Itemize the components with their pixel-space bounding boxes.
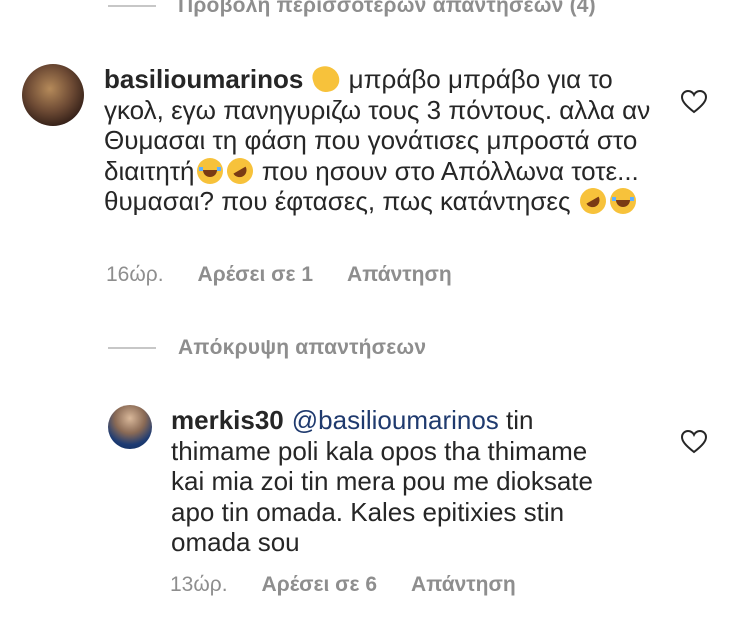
comment-likes-link[interactable]: Αρέσει σε 6 [262,573,377,597]
comment-meta: 16ώρ. Αρέσει σε 1 Απάντηση [106,263,452,287]
comment-time: 13ώρ. [170,573,228,596]
face-with-tears-of-joy-emoji [196,157,223,184]
comment-username[interactable]: merkis30 [171,405,284,435]
reply-comment: merkis30 @basilioumarinos tin thimame pol… [108,405,626,558]
heart-outline-icon[interactable] [681,90,707,114]
reply-button[interactable]: Απάντηση [411,573,516,597]
hide-replies-link[interactable]: Απόκρυψη απαντήσεων [178,336,426,360]
comment-likes-link[interactable]: Αρέσει σε 1 [198,263,313,287]
comment-time: 16ώρ. [106,263,164,286]
view-more-replies-link[interactable]: Προβολή περισσότερων απαντήσεων (4) [178,0,596,18]
hide-replies-row[interactable]: Απόκρυψη απαντήσεων [108,336,426,360]
divider-line [108,5,156,7]
avatar[interactable] [108,405,152,449]
face-with-tears-of-joy-emoji [609,188,636,214]
comment-text: merkis30 @basilioumarinos tin thimame pol… [171,405,626,558]
comment-text: basilioumarinos μπράβο μπράβο για το γκο… [104,63,664,219]
avatar[interactable] [22,64,84,126]
comment-username[interactable]: basilioumarinos [104,64,303,94]
divider-line [108,347,156,349]
view-more-replies-row[interactable]: Προβολή περισσότερων απαντήσεων (4) [108,0,596,18]
heart-outline-icon[interactable] [681,430,707,454]
rolling-on-floor-laughing-emoji [574,183,611,219]
rolling-on-floor-laughing-emoji [221,152,258,189]
reply-button[interactable]: Απάντηση [347,263,452,287]
comment: basilioumarinos μπράβο μπράβο για το γκο… [22,63,664,219]
clapping-hands-emoji [310,63,343,95]
comment-meta: 13ώρ. Αρέσει σε 6 Απάντηση [170,573,516,597]
mention-link[interactable]: @basilioumarinos [292,405,499,435]
